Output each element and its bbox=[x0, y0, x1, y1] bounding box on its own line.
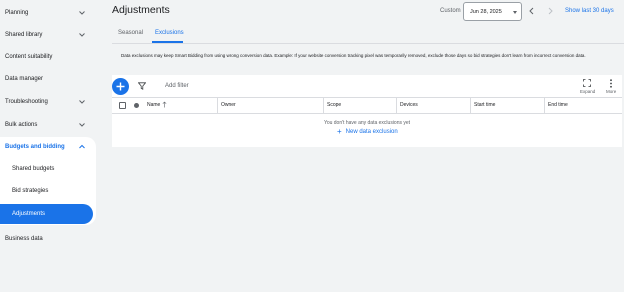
add-filter-button[interactable]: Add filter bbox=[165, 83, 189, 89]
sidebar-item-label: Content suitability bbox=[5, 54, 53, 60]
chevron-right-icon[interactable] bbox=[547, 7, 554, 15]
sidebar-item-label: Bulk actions bbox=[5, 122, 38, 128]
chevron-up-icon bbox=[79, 144, 85, 149]
sidebar-item-label: Adjustments bbox=[12, 211, 46, 217]
sidebar-item-content-suitability[interactable]: Content suitability bbox=[0, 47, 96, 67]
sidebar-item-planning[interactable]: Planning bbox=[0, 3, 96, 23]
sidebar-item-business-data[interactable]: Business data bbox=[0, 229, 96, 249]
column-header-scope[interactable]: Scope bbox=[327, 102, 341, 108]
sidebar-item-shared-library[interactable]: Shared library bbox=[0, 25, 96, 45]
sidebar: Planning Shared library Content suitabil… bbox=[0, 0, 100, 292]
select-all-checkbox[interactable] bbox=[119, 102, 126, 109]
sidebar-item-label: Data manager bbox=[5, 76, 44, 82]
column-header-owner[interactable]: Owner bbox=[221, 102, 236, 108]
expand-label[interactable]: Expand bbox=[580, 89, 595, 94]
sidebar-item-label: Shared library bbox=[5, 32, 43, 38]
date-range-select[interactable]: Jun 28, 2025 bbox=[463, 2, 522, 21]
sidebar-item-bid-strategies[interactable]: Bid strategies bbox=[0, 181, 96, 201]
column-header-devices[interactable]: Devices bbox=[400, 102, 418, 108]
chevron-down-icon bbox=[79, 123, 85, 127]
sidebar-item-label: Bid strategies bbox=[12, 188, 49, 194]
chevron-down-icon bbox=[79, 11, 85, 15]
new-data-exclusion-label: New data exclusion bbox=[345, 129, 398, 135]
column-divider bbox=[323, 98, 324, 113]
empty-table-message: You don't have any data exclusions yet bbox=[323, 120, 411, 126]
sidebar-item-label: Troubleshooting bbox=[5, 99, 48, 105]
sort-arrow-up-icon[interactable] bbox=[162, 101, 167, 108]
table-header bbox=[112, 97, 622, 114]
sidebar-item-budgets-and-bidding[interactable]: Budgets and bidding bbox=[0, 137, 96, 157]
column-divider bbox=[544, 98, 545, 113]
column-header-name[interactable]: Name bbox=[147, 102, 160, 108]
sidebar-item-label: Business data bbox=[5, 236, 43, 242]
filter-icon[interactable] bbox=[138, 82, 146, 90]
sidebar-item-label: Planning bbox=[5, 10, 29, 16]
plus-icon bbox=[116, 82, 125, 91]
sidebar-item-data-manager[interactable]: Data manager bbox=[0, 69, 96, 89]
chevron-down-icon bbox=[79, 33, 85, 37]
chevron-down-icon bbox=[79, 100, 85, 104]
info-text: Data exclusions may keep Smart Bidding f… bbox=[121, 53, 586, 58]
date-range-value: Jun 28, 2025 bbox=[470, 9, 502, 15]
tab-exclusions[interactable]: Exclusions bbox=[155, 30, 184, 36]
tabs-divider bbox=[112, 43, 624, 44]
page-title: Adjustments bbox=[112, 4, 170, 16]
sidebar-item-label: Shared budgets bbox=[12, 166, 55, 172]
date-range-label: Custom bbox=[440, 8, 461, 14]
sidebar-item-troubleshooting[interactable]: Troubleshooting bbox=[0, 92, 96, 112]
column-header-start-time[interactable]: Start time bbox=[474, 102, 495, 108]
more-label[interactable]: More bbox=[606, 89, 616, 94]
plus-icon: + bbox=[337, 127, 342, 136]
chevron-left-icon[interactable] bbox=[528, 7, 535, 15]
status-dot-icon bbox=[134, 103, 139, 108]
expand-icon[interactable] bbox=[583, 79, 591, 87]
column-divider bbox=[470, 98, 471, 113]
sidebar-item-adjustments[interactable]: Adjustments bbox=[0, 204, 93, 224]
new-data-exclusion-button[interactable]: + New data exclusion bbox=[337, 127, 398, 136]
dropdown-caret-icon bbox=[513, 11, 517, 14]
tab-seasonal[interactable]: Seasonal bbox=[118, 30, 143, 36]
sidebar-item-shared-budgets[interactable]: Shared budgets bbox=[0, 159, 96, 179]
show-last-30-days-link[interactable]: Show last 30 days bbox=[565, 8, 614, 14]
sidebar-item-bulk-actions[interactable]: Bulk actions bbox=[0, 115, 96, 135]
column-header-end-time[interactable]: End time bbox=[548, 102, 568, 108]
add-button[interactable] bbox=[112, 78, 129, 95]
sidebar-item-label: Budgets and bidding bbox=[5, 144, 65, 150]
column-divider bbox=[396, 98, 397, 113]
more-vert-icon[interactable] bbox=[609, 79, 613, 88]
column-divider bbox=[217, 98, 218, 113]
